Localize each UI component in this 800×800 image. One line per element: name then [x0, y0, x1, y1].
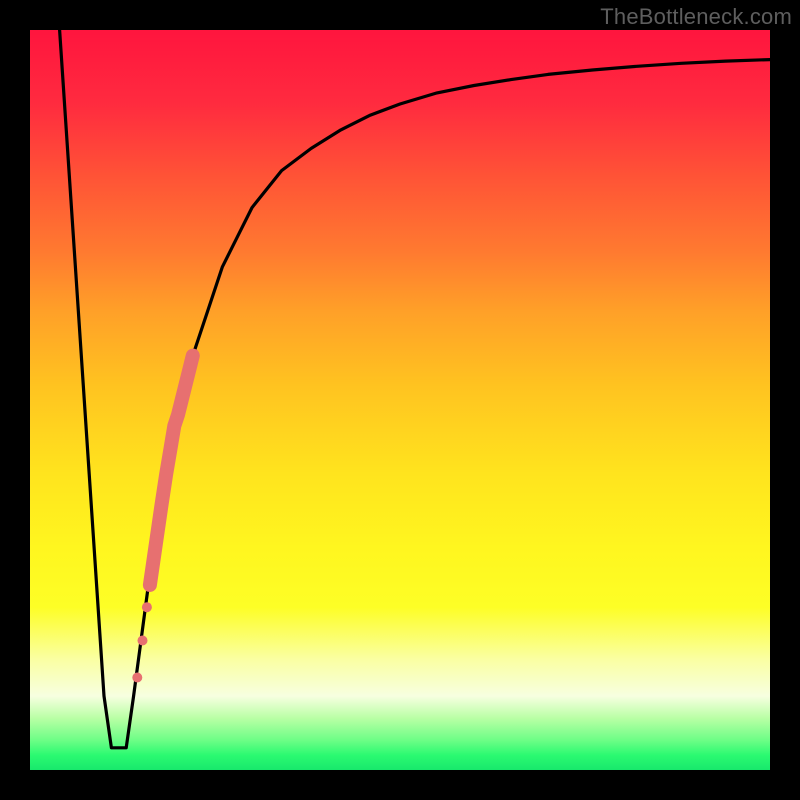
watermark-text: TheBottleneck.com — [600, 4, 792, 30]
chart-svg — [30, 30, 770, 770]
chart-frame: TheBottleneck.com — [0, 0, 800, 800]
bottleneck-curve — [60, 30, 770, 748]
curve-group — [60, 30, 770, 748]
highlight-dot — [138, 636, 148, 646]
highlight-dot — [142, 602, 152, 612]
highlight-dot — [132, 673, 142, 683]
plot-area — [30, 30, 770, 770]
highlight-stroke — [150, 356, 193, 585]
highlight-markers — [132, 356, 193, 683]
